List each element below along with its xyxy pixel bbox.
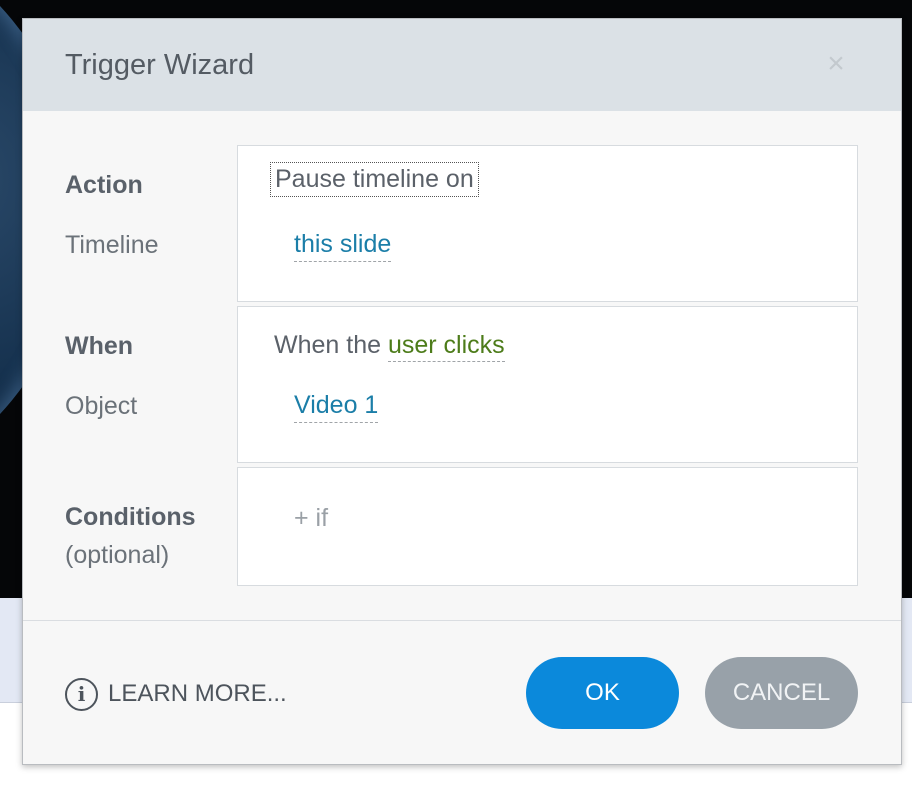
dialog-title: Trigger Wizard bbox=[65, 49, 255, 81]
object-label: Object bbox=[65, 392, 138, 420]
object-link[interactable]: Video 1 bbox=[294, 391, 379, 423]
when-label: When bbox=[65, 332, 134, 360]
action-dropdown[interactable]: Pause timeline on bbox=[270, 162, 479, 197]
when-prefix: When the bbox=[274, 331, 382, 359]
event-link[interactable]: user clicks bbox=[387, 331, 505, 362]
optional-label: (optional) bbox=[65, 541, 170, 569]
cancel-button[interactable]: CANCEL bbox=[705, 657, 858, 729]
footer-divider bbox=[23, 620, 901, 621]
conditions-label: Conditions bbox=[65, 503, 196, 531]
conditions-panel: + if bbox=[237, 467, 858, 586]
timeline-target-link[interactable]: this slide bbox=[294, 230, 392, 262]
learn-more-link[interactable]: i LEARN MORE... bbox=[65, 675, 287, 713]
when-sentence: When the user clicks bbox=[274, 331, 505, 362]
timeline-label: Timeline bbox=[65, 231, 159, 259]
when-panel: When the user clicks Video 1 bbox=[237, 306, 858, 463]
ok-button[interactable]: OK bbox=[526, 657, 679, 729]
action-label: Action bbox=[65, 171, 143, 199]
learn-more-label: LEARN MORE... bbox=[108, 680, 287, 707]
trigger-wizard-dialog: Trigger Wizard × Action Timeline Pause t… bbox=[22, 18, 902, 765]
add-condition-button[interactable]: + if bbox=[294, 504, 328, 533]
dialog-header: Trigger Wizard × bbox=[23, 19, 901, 111]
action-panel: Pause timeline on this slide bbox=[237, 145, 858, 302]
close-icon[interactable]: × bbox=[821, 49, 851, 79]
info-icon: i bbox=[65, 677, 98, 711]
